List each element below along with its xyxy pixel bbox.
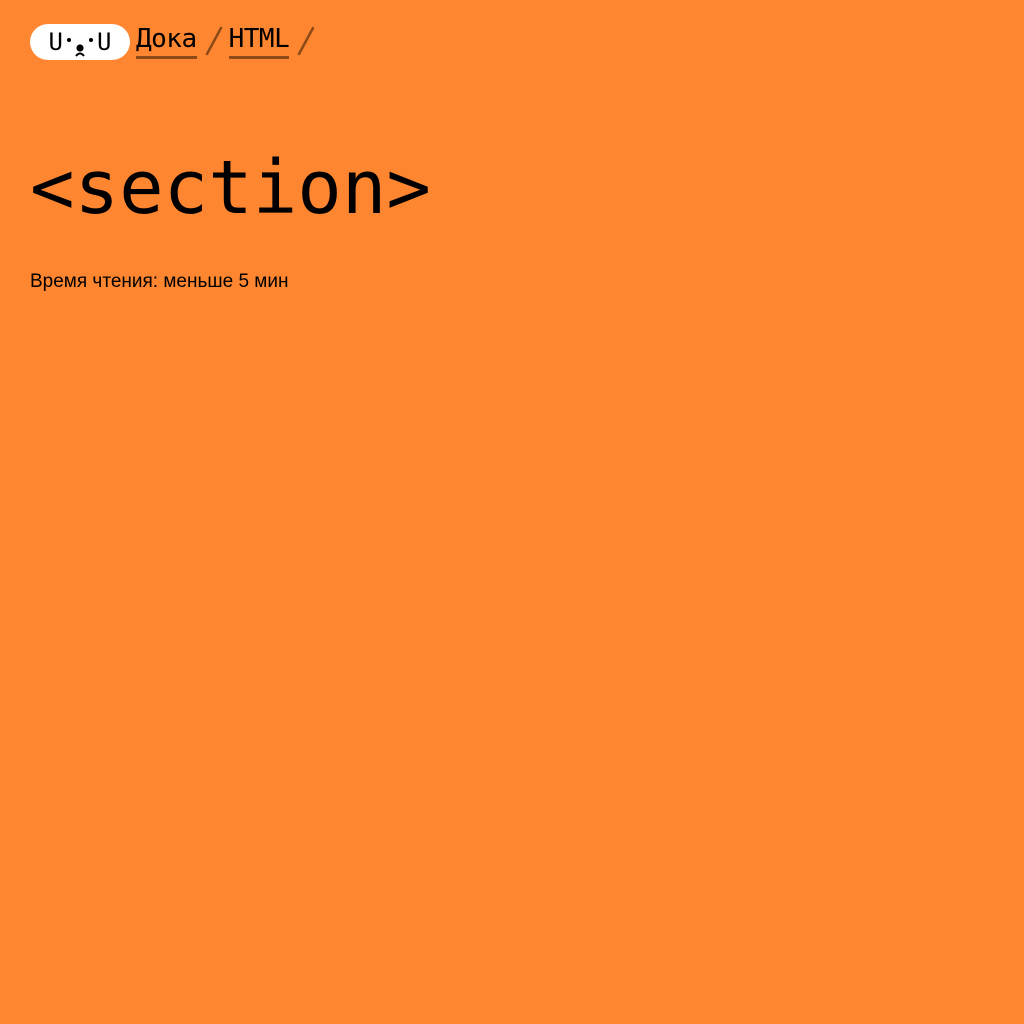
home-logo-link[interactable]: U U — [30, 24, 130, 60]
logo-dot-left — [67, 38, 71, 42]
page-title: <section> — [30, 145, 431, 231]
breadcrumb-link-doka[interactable]: Дока — [136, 22, 197, 59]
slash-icon — [197, 22, 229, 58]
site-header: U U Дока HTML — [30, 22, 321, 62]
breadcrumb-link-html[interactable]: HTML — [228, 22, 290, 59]
logo-dot-right — [89, 38, 93, 42]
slash-icon — [289, 22, 321, 58]
reading-time-label: Время чтения: меньше 5 мин — [30, 271, 289, 292]
logo-face-icon — [75, 37, 85, 57]
breadcrumb: Дока HTML — [136, 22, 321, 59]
logo-left-char: U — [48, 28, 63, 56]
logo-right-char: U — [97, 28, 112, 56]
